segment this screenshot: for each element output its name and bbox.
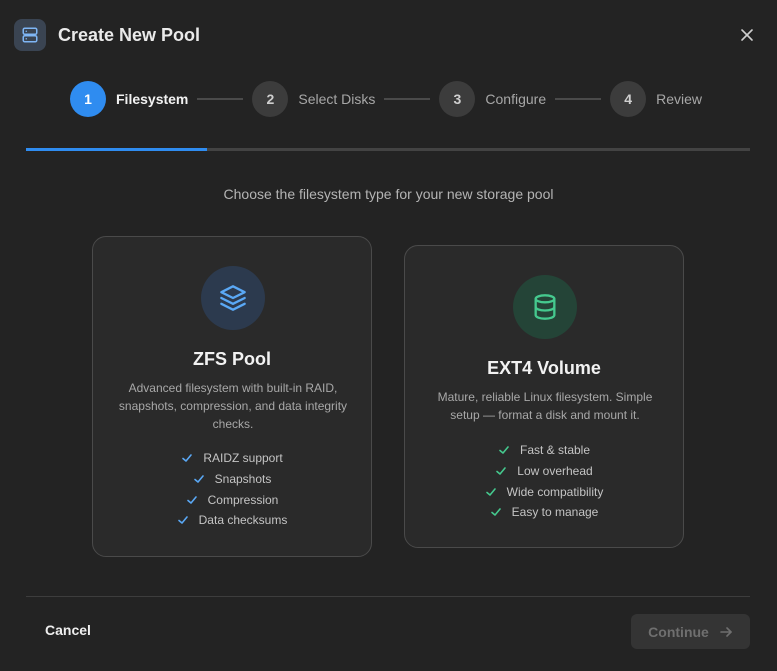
check-icon: [181, 452, 193, 464]
zfs-pool-card[interactable]: ZFS Pool Advanced filesystem with built-…: [92, 236, 372, 557]
feature-label: Easy to manage: [511, 505, 599, 520]
feature-label: Data checksums: [198, 513, 288, 528]
step-connector: [197, 98, 244, 100]
card-title: EXT4 Volume: [487, 358, 601, 378]
step-number: 1: [70, 81, 106, 117]
feature-item: Fast & stable: [405, 440, 683, 461]
subtitle: Choose the filesystem type for your new …: [223, 186, 554, 202]
feature-item: Low overhead: [405, 461, 683, 482]
step-connector: [384, 98, 431, 100]
feature-label: Snapshots: [214, 472, 272, 487]
feature-label: Fast & stable: [519, 443, 591, 458]
feature-list: Fast & stable Low overhead Wide compatib…: [405, 440, 683, 523]
feature-list: RAIDZ support Snapshots Compression Data…: [93, 448, 371, 531]
dialog-header: Create New Pool: [14, 18, 763, 52]
footer-divider: [26, 596, 750, 597]
step-label: Filesystem: [116, 91, 189, 107]
step-number: 4: [610, 81, 647, 117]
step-label: Configure: [485, 91, 547, 107]
step-number: 2: [252, 81, 289, 117]
card-title: ZFS Pool: [193, 349, 271, 369]
check-icon: [498, 444, 510, 456]
step-filesystem[interactable]: 1 Filesystem: [70, 81, 188, 117]
feature-label: Low overhead: [517, 464, 593, 479]
feature-label: Wide compatibility: [506, 484, 604, 499]
close-icon[interactable]: [739, 27, 755, 43]
feature-label: RAIDZ support: [203, 451, 283, 466]
progress-bar: [26, 148, 750, 151]
step-select-disks[interactable]: 2 Select Disks: [252, 81, 375, 117]
dialog-title: Create New Pool: [58, 24, 201, 45]
cancel-button[interactable]: Cancel: [45, 622, 91, 638]
server-icon: [14, 19, 46, 51]
ext4-volume-card[interactable]: EXT4 Volume Mature, reliable Linux files…: [404, 245, 684, 548]
check-icon: [193, 473, 205, 485]
feature-item: Snapshots: [93, 469, 371, 490]
feature-item: Data checksums: [93, 510, 371, 531]
step-label: Review: [656, 91, 703, 107]
step-configure[interactable]: 3 Configure: [439, 81, 546, 117]
card-description: Mature, reliable Linux filesystem. Simpl…: [437, 390, 653, 422]
progress-fill: [26, 148, 207, 151]
feature-item: Wide compatibility: [405, 481, 683, 502]
layers-icon: [201, 266, 265, 330]
check-icon: [490, 506, 502, 518]
database-icon: [513, 275, 577, 339]
check-icon: [177, 514, 189, 526]
check-icon: [485, 486, 497, 498]
stepper: 1 Filesystem 2 Select Disks 3 Configure …: [70, 81, 702, 117]
feature-label: Compression: [207, 492, 279, 507]
step-label: Select Disks: [298, 91, 376, 107]
feature-item: Compression: [93, 489, 371, 510]
check-icon: [495, 465, 507, 477]
check-icon: [186, 494, 198, 506]
step-review[interactable]: 4 Review: [610, 81, 702, 117]
feature-item: Easy to manage: [405, 502, 683, 523]
feature-item: RAIDZ support: [93, 448, 371, 469]
step-number: 3: [439, 81, 476, 117]
step-connector: [555, 98, 602, 100]
continue-label: Continue: [648, 623, 709, 640]
arrow-right-icon: [719, 625, 733, 639]
continue-button[interactable]: Continue: [631, 614, 750, 649]
card-description: Advanced filesystem with built-in RAID, …: [118, 381, 348, 431]
